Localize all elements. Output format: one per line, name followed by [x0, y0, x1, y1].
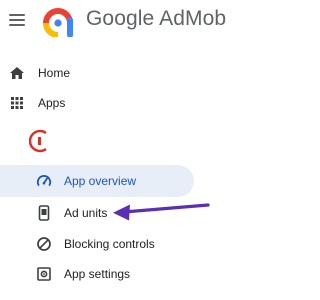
brand-title[interactable]: Google AdMob: [86, 7, 226, 31]
hamburger-menu-icon[interactable]: [9, 12, 25, 26]
top-app-bar: Google AdMob: [0, 0, 273, 46]
gauge-icon: [36, 175, 52, 186]
settings-icon: [37, 267, 51, 281]
nav-item-ad-units-label: Ad units: [64, 206, 108, 220]
home-icon: [10, 67, 24, 79]
admob-logo-icon[interactable]: [42, 3, 74, 37]
nav-item-app-overview-label: App overview: [64, 174, 137, 188]
nav-item-home[interactable]: Home: [0, 58, 273, 88]
nav-item-apps[interactable]: Apps: [0, 88, 273, 118]
app-icon: [29, 129, 47, 153]
nav-item-apps-label: Apps: [38, 96, 66, 110]
phone-icon: [38, 205, 50, 221]
nav-item-blocking-controls-label: Blocking controls: [64, 237, 155, 251]
nav-item-app-settings-label: App settings: [64, 267, 131, 281]
block-icon: [37, 237, 51, 251]
pointer-arrow-icon: [113, 203, 210, 221]
app-name: [49, 128, 182, 155]
apps-grid-icon: [11, 97, 23, 109]
nav-item-home-label: Home: [38, 66, 71, 80]
nav-item-blocking-controls[interactable]: Blocking controls: [0, 229, 273, 259]
nav-item-app-overview[interactable]: App overview: [0, 165, 273, 197]
nav-item-app-settings[interactable]: App settings: [0, 259, 273, 289]
